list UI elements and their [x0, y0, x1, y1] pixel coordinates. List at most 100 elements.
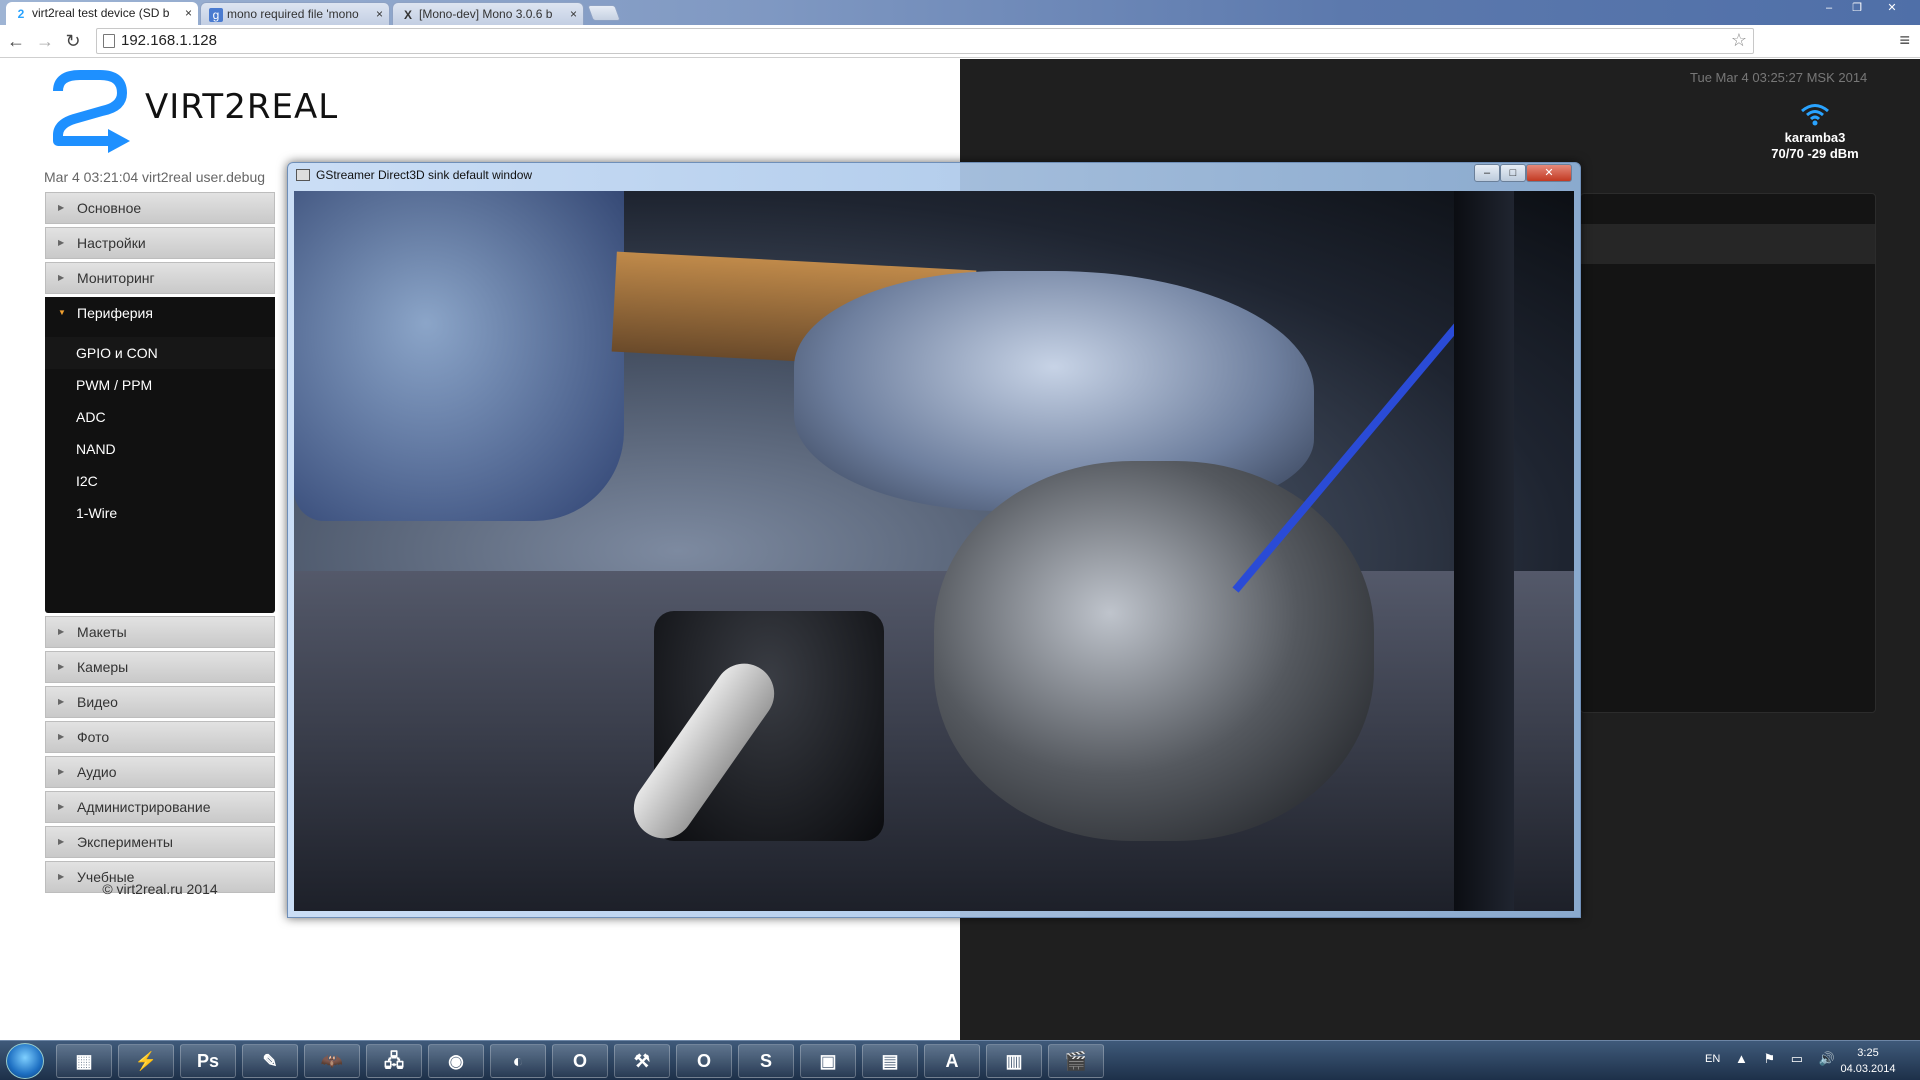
log-line: Mar 4 03:21:04 virt2real user.debug — [44, 169, 266, 185]
skype-icon: S — [759, 1051, 772, 1071]
taskbar-opera-next-button[interactable]: O — [676, 1044, 732, 1078]
chevron-right-icon: ▶ — [58, 203, 65, 212]
explorer-icon: ▦ — [75, 1051, 93, 1071]
chevron-down-icon: ▼ — [58, 308, 66, 317]
bookmark-star-icon[interactable]: ☆ — [1731, 30, 1747, 51]
tray-icons[interactable]: ▲ ⚑ ▭ 🔊 — [1735, 1051, 1841, 1067]
menu-item-kamery[interactable]: ▶ Камеры — [45, 651, 275, 683]
menu-item-osnovnoe[interactable]: ▶ Основное — [45, 192, 275, 224]
google-favicon-icon: g — [209, 8, 223, 22]
batman-icon: 🦇 — [320, 1051, 344, 1071]
gstreamer-window-title: GStreamer Direct3D sink default window — [316, 168, 533, 182]
gstreamer-maximize-button[interactable]: □ — [1500, 164, 1526, 182]
tray-time: 3:25 — [1857, 1047, 1879, 1059]
terminal-icon: ▥ — [1005, 1051, 1023, 1071]
taskbar-photoshop-button[interactable]: Ps — [180, 1044, 236, 1078]
tray-language[interactable]: EN — [1705, 1053, 1720, 1065]
tab-close-icon[interactable]: × — [376, 3, 383, 25]
firefox-icon: ◐ — [512, 1051, 524, 1071]
chrome-icon: ◉ — [448, 1051, 464, 1071]
network-icon: 🖧 — [383, 1051, 405, 1071]
taskbar-batman-button[interactable]: 🦇 — [304, 1044, 360, 1078]
forward-arrow-icon[interactable]: → — [34, 30, 56, 52]
tab-virt2real[interactable]: 2 virt2real test device (SD b × — [6, 2, 198, 25]
taskbar-explorer-button[interactable]: ▦ — [56, 1044, 112, 1078]
opera-next-icon: O — [696, 1051, 711, 1071]
submenu-item-adc[interactable]: ADC — [45, 401, 275, 433]
video-motor — [934, 461, 1374, 841]
menu-item-periferiya[interactable]: ▼ Периферия — [45, 297, 275, 329]
submenu-item-pwm[interactable]: PWM / PPM — [45, 369, 275, 401]
taskbar-notepad-button[interactable]: ✎ — [242, 1044, 298, 1078]
browser-tab-bar: 2 virt2real test device (SD b × g mono r… — [0, 0, 1920, 25]
tab-close-icon[interactable]: × — [570, 3, 577, 25]
taskbar-winamp-button[interactable]: ⚡ — [118, 1044, 174, 1078]
menu-item-video[interactable]: ▶ Видео — [45, 686, 275, 718]
main-menu: ▶ Основное ▶ Настройки ▶ Мониторинг ▼ Перифе… — [45, 192, 275, 896]
taskbar-acrobat-button[interactable]: A — [924, 1044, 980, 1078]
video-dark-post — [1454, 191, 1514, 911]
chrome-menu-icon[interactable]: ≡ — [1899, 30, 1910, 51]
taskbar-firefox-button[interactable]: ◐ — [490, 1044, 546, 1078]
menu-item-eksperimenty[interactable]: ▶ Эксперименты — [45, 826, 275, 858]
menu-label: Макеты — [77, 624, 127, 640]
new-tab-button[interactable] — [587, 5, 621, 21]
tools-icon: ⚒ — [633, 1051, 651, 1071]
copyright-text: © virt2real.ru 2014 — [102, 881, 218, 897]
submenu-item-1wire[interactable]: 1-Wire — [45, 497, 275, 529]
chevron-right-icon: ▶ — [58, 662, 65, 671]
reload-icon[interactable]: ↻ — [62, 30, 84, 52]
submenu-item-nand[interactable]: NAND — [45, 433, 275, 465]
menu-label: Основное — [77, 200, 142, 216]
gstreamer-close-button[interactable]: ✕ — [1526, 164, 1572, 182]
menu-label: Периферия — [77, 305, 153, 321]
window-maximize-button[interactable]: ❐ — [1843, 0, 1871, 17]
menu-label: Фото — [77, 729, 110, 745]
page-icon — [103, 34, 115, 48]
virtualbox-icon: ▣ — [819, 1051, 837, 1071]
wifi-icon — [1755, 102, 1875, 130]
taskbar-opera-button[interactable]: O — [552, 1044, 608, 1078]
photoshop-icon: Ps — [196, 1051, 220, 1071]
chevron-right-icon: ▶ — [58, 697, 65, 706]
tab-mono-required[interactable]: g mono required file 'mono × — [200, 2, 390, 25]
taskbar-network-button[interactable]: 🖧 — [366, 1044, 422, 1078]
back-arrow-icon[interactable]: ← — [5, 30, 27, 52]
video-stream-frame — [294, 191, 1574, 911]
taskbar-terminal-button[interactable]: ▥ — [986, 1044, 1042, 1078]
chevron-right-icon: ▶ — [58, 627, 65, 636]
tab-close-icon[interactable]: × — [185, 2, 192, 25]
url-text[interactable]: 192.168.1.128 — [121, 29, 217, 53]
gstreamer-window[interactable]: GStreamer Direct3D sink default window –… — [287, 162, 1581, 918]
taskbar-skype-button[interactable]: S — [738, 1044, 794, 1078]
start-button-icon[interactable] — [6, 1043, 44, 1079]
menu-item-makety[interactable]: ▶ Макеты — [45, 616, 275, 648]
menu-label: Видео — [77, 694, 118, 710]
menu-label: Мониторинг — [77, 270, 155, 286]
menu-label: Администрирование — [77, 799, 211, 815]
menu-item-audio[interactable]: ▶ Аудио — [45, 756, 275, 788]
taskbar-notes-button[interactable]: ▤ — [862, 1044, 918, 1078]
menu-label: Эксперименты — [77, 834, 173, 850]
taskbar-video-player-button[interactable]: 🎬 — [1048, 1044, 1104, 1078]
opera-icon: O — [572, 1051, 587, 1071]
tab-title: mono required file 'mono — [227, 7, 359, 21]
submenu-item-gpio[interactable]: GPIO и CON — [45, 337, 275, 369]
taskbar-chrome-button[interactable]: ◉ — [428, 1044, 484, 1078]
taskbar-tools-button[interactable]: ⚒ — [614, 1044, 670, 1078]
menu-item-monitoring[interactable]: ▶ Мониторинг — [45, 262, 275, 294]
window-close-button[interactable]: ✕ — [1878, 0, 1906, 17]
menu-label: Настройки — [77, 235, 146, 251]
menu-item-nastroyki[interactable]: ▶ Настройки — [45, 227, 275, 259]
submenu-item-i2c[interactable]: I2C — [45, 465, 275, 497]
menu-item-foto[interactable]: ▶ Фото — [45, 721, 275, 753]
tab-mono-dev[interactable]: X [Mono-dev] Mono 3.0.6 b × — [392, 2, 584, 25]
virt2real-favicon-icon: 2 — [17, 7, 25, 21]
gstreamer-minimize-button[interactable]: – — [1474, 164, 1500, 182]
tray-clock[interactable]: 3:25 04.03.2014 — [1830, 1045, 1906, 1077]
taskbar-virtualbox-button[interactable]: ▣ — [800, 1044, 856, 1078]
menu-item-administrirovanie[interactable]: ▶ Администрирование — [45, 791, 275, 823]
window-minimize-button[interactable]: – — [1815, 0, 1843, 17]
url-bar[interactable]: 192.168.1.128 ☆ — [96, 28, 1754, 54]
virt2real-logo[interactable]: VIRT2REAL — [50, 69, 350, 159]
